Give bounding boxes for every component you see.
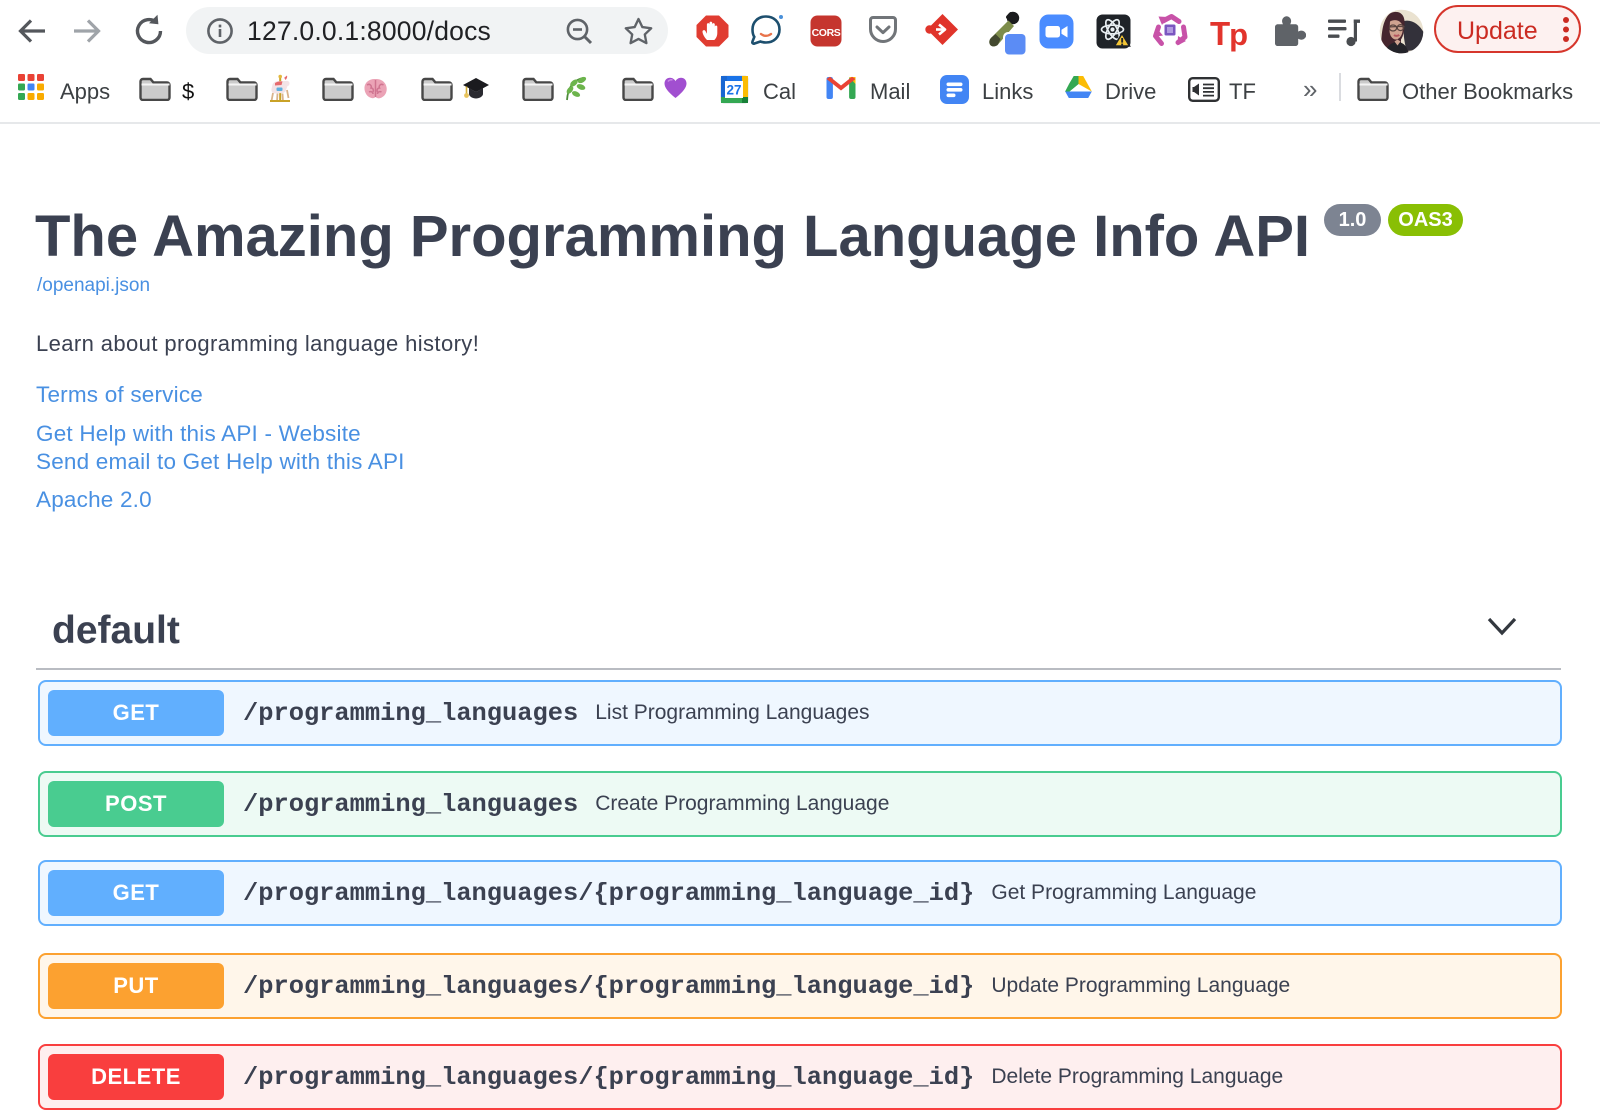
svg-text:27: 27 <box>726 83 741 98</box>
svg-text:CORS: CORS <box>812 27 841 39</box>
